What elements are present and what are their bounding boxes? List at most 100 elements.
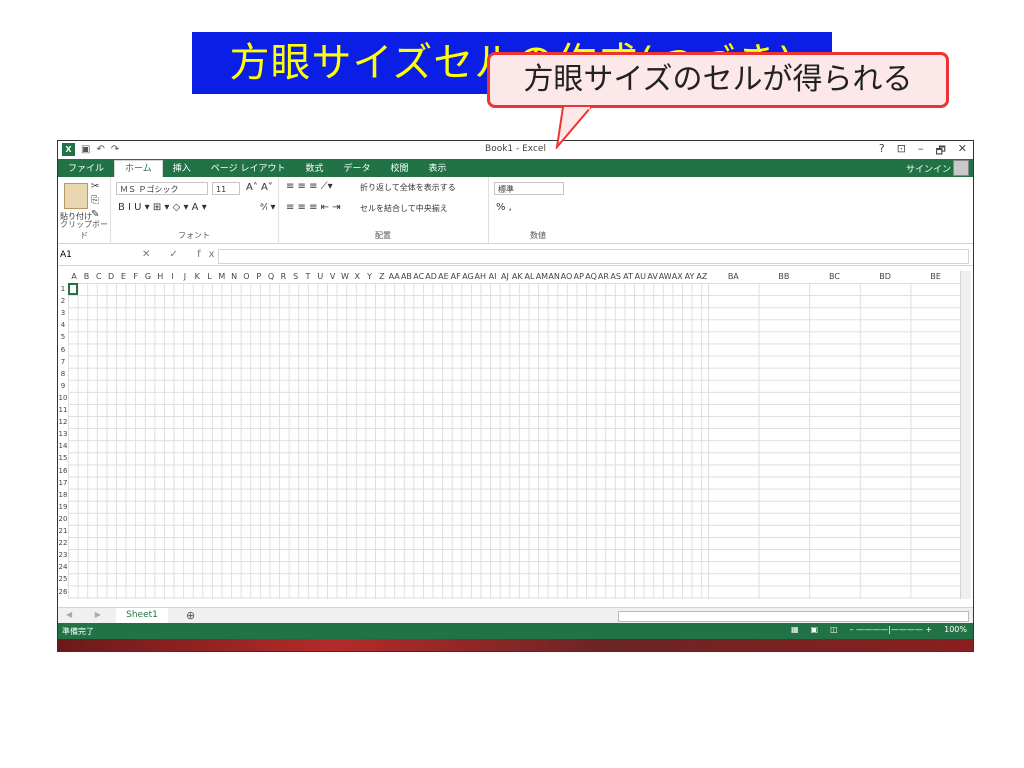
column-header[interactable]: T [302,271,314,283]
vertical-scrollbar[interactable] [960,271,971,599]
column-header[interactable]: AS [610,271,622,283]
column-header[interactable]: AO [560,271,573,283]
row-header[interactable]: 20 [58,513,68,525]
column-header[interactable]: AQ [585,271,597,283]
tab-page-layout[interactable]: ページ レイアウト [201,161,296,177]
row-header[interactable]: 7 [58,356,68,368]
tab-view[interactable]: 表示 [419,161,457,177]
copy-icon[interactable]: ⎘ [91,195,99,206]
tab-home[interactable]: ホーム [114,160,163,177]
row-header[interactable]: 2 [58,295,68,307]
row-header[interactable]: 23 [58,549,68,561]
column-header[interactable]: BC [809,271,860,283]
cut-icon[interactable]: ✂ [91,181,99,192]
font-format-buttons[interactable]: B I U ▾ ⊞ ▾ ◇ ▾ A ▾ [118,202,207,213]
tab-formulas[interactable]: 数式 [295,161,333,177]
zoom-slider[interactable]: – ————|———— + [850,625,932,634]
horizontal-scrollbar[interactable] [618,611,969,622]
row-header[interactable]: 14 [58,440,68,452]
column-header[interactable]: AC [413,271,425,283]
row-header[interactable]: 9 [58,380,68,392]
merge-center-button[interactable]: セルを結合して中央揃え [360,203,448,214]
row-header[interactable]: 6 [58,344,68,356]
row-header[interactable]: 13 [58,428,68,440]
row-header[interactable]: 26 [58,586,68,598]
row-header[interactable]: 18 [58,489,68,501]
column-header[interactable]: AR [597,271,609,283]
row-header[interactable]: 1 [58,283,68,295]
row-header[interactable]: 21 [58,525,68,537]
column-header[interactable]: AD [425,271,437,283]
column-header[interactable]: AL [523,271,535,283]
column-header[interactable]: R [277,271,289,283]
column-header[interactable]: A [68,271,80,283]
column-header[interactable]: X [351,271,363,283]
column-header[interactable]: I [166,271,178,283]
column-header[interactable]: P [253,271,265,283]
column-header[interactable]: AT [622,271,634,283]
column-header[interactable]: S [290,271,302,283]
row-header[interactable]: 10 [58,392,68,404]
row-header[interactable]: 25 [58,573,68,585]
column-header[interactable]: AX [671,271,683,283]
normal-view-icon[interactable]: ▦ [791,625,799,634]
page-layout-view-icon[interactable]: ▣ [811,625,819,634]
column-header[interactable]: F [130,271,142,283]
number-format-select[interactable]: 標準 [494,182,564,195]
phonetic-button[interactable]: ᵃ⁄ᵢ ▾ [260,202,276,213]
column-header[interactable]: BD [860,271,911,283]
column-header[interactable]: AB [400,271,412,283]
sign-in-link[interactable]: サインイン [906,162,951,175]
column-header[interactable]: C [93,271,105,283]
row-header[interactable]: 5 [58,331,68,343]
column-header[interactable]: D [105,271,117,283]
name-box[interactable]: A1 [60,249,135,262]
formula-icons[interactable]: ✕ ✓ fx [142,249,223,260]
wrap-text-button[interactable]: 折り返して全体を表示する [360,182,456,193]
column-header[interactable]: Z [376,271,388,283]
font-name-select[interactable]: ＭＳ Ｐゴシック [116,182,208,195]
row-header[interactable]: 15 [58,452,68,464]
column-header[interactable]: BB [759,271,810,283]
column-header[interactable]: AP [573,271,585,283]
column-header[interactable]: AI [486,271,498,283]
row-header[interactable]: 24 [58,561,68,573]
column-header[interactable]: AH [474,271,487,283]
column-header[interactable]: AM [536,271,548,283]
column-header[interactable]: O [240,271,252,283]
wide-cell-area[interactable] [708,283,961,599]
row-header[interactable]: 11 [58,404,68,416]
column-header[interactable]: AG [462,271,474,283]
sheet-nav-arrows[interactable]: ◀ ▶ [66,610,111,619]
column-header[interactable]: BA [708,271,759,283]
row-header[interactable]: 4 [58,319,68,331]
column-header[interactable]: N [228,271,240,283]
column-header[interactable]: W [339,271,351,283]
column-header[interactable]: H [154,271,166,283]
number-format-buttons[interactable]: % , [496,202,512,213]
tab-file[interactable]: ファイル [58,161,114,177]
column-header[interactable]: AF [450,271,462,283]
selected-cell-a1[interactable] [68,283,78,295]
column-header[interactable]: AA [388,271,400,283]
row-header[interactable]: 19 [58,501,68,513]
column-header[interactable]: J [179,271,191,283]
column-header[interactable]: V [326,271,338,283]
paste-icon[interactable] [64,183,88,209]
font-size-buttons[interactable]: A˄ A˅ [246,182,273,193]
column-header[interactable]: E [117,271,129,283]
row-header[interactable]: 22 [58,537,68,549]
row-header[interactable]: 12 [58,416,68,428]
column-header[interactable]: L [203,271,215,283]
column-header[interactable]: AJ [499,271,511,283]
add-sheet-icon[interactable]: ⊕ [186,609,195,622]
row-header[interactable]: 3 [58,307,68,319]
tab-review[interactable]: 校閲 [380,161,418,177]
column-header[interactable]: AE [437,271,449,283]
column-header[interactable]: U [314,271,326,283]
row-header[interactable]: 8 [58,368,68,380]
tab-data[interactable]: データ [333,161,380,177]
worksheet-grid[interactable]: A B C D E F G H I J K L M N O P Q R S T U V W X Y Z AA AB AC AD AE AF AG… [58,271,961,599]
tab-insert[interactable]: 挿入 [163,161,201,177]
row-header[interactable]: 17 [58,477,68,489]
